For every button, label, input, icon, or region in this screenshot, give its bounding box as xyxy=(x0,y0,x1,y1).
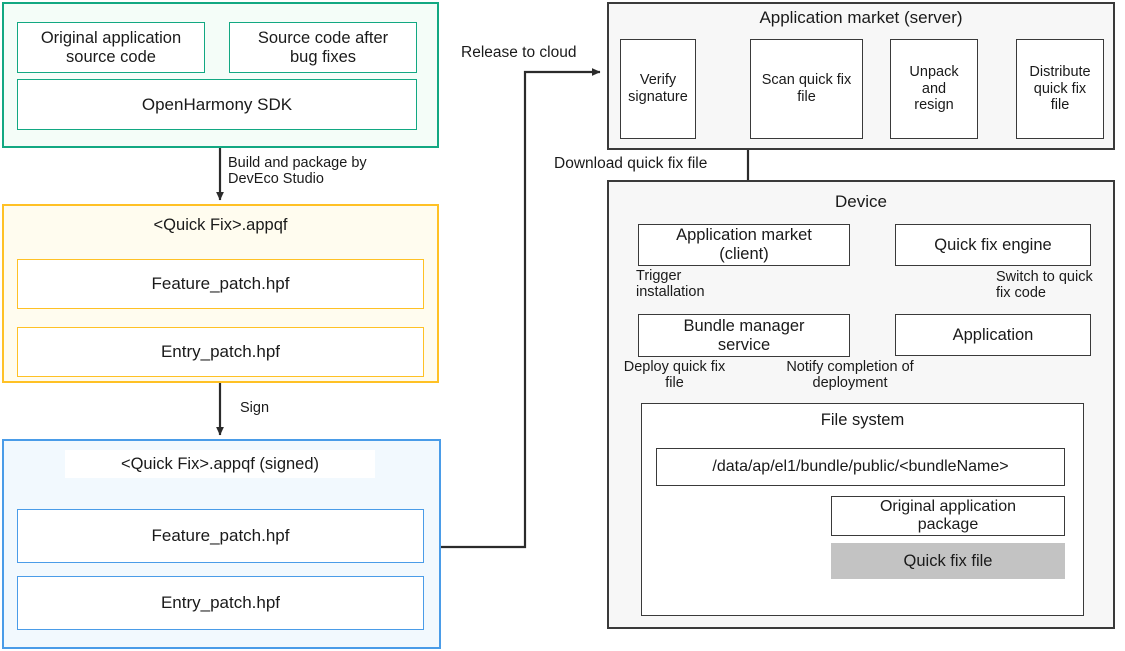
server-step-verify-signature-label: Verify signature xyxy=(628,72,688,105)
device-box-app-market-client-label: Application market (client) xyxy=(676,226,812,263)
file-system-quick-fix-file: Quick fix file xyxy=(831,543,1065,579)
server-step-scan-file-label: Scan quick fix file xyxy=(761,72,852,105)
unsigned-appqf-caption-label: <Quick Fix>.appqf xyxy=(153,215,288,234)
source-box-sdk-label: OpenHarmony SDK xyxy=(141,94,293,114)
unsigned-box-feature-patch: Feature_patch.hpf xyxy=(17,259,424,309)
server-step-unpack-resign-label: Unpack and resign xyxy=(909,63,959,114)
diagram-canvas: Original application source code Source … xyxy=(0,0,1125,651)
device-box-app-market-client: Application market (client) xyxy=(638,224,850,266)
edge-label-release-to-cloud: Release to cloud xyxy=(461,44,577,61)
source-box-sdk: OpenHarmony SDK xyxy=(17,79,417,130)
device-panel-title: Device xyxy=(835,192,887,211)
file-system-original-package: Original application package xyxy=(831,496,1065,536)
signed-box-entry-patch-label: Entry_patch.hpf xyxy=(160,593,281,613)
signed-appqf-caption: <Quick Fix>.appqf (signed) xyxy=(65,450,375,478)
unsigned-box-entry-patch: Entry_patch.hpf xyxy=(17,327,424,377)
edge-label-download: Download quick fix file xyxy=(554,155,708,172)
edge-label-build: Build and package by DevEco Studio xyxy=(228,155,367,188)
source-box-fixed-code: Source code after bug fixes xyxy=(229,22,417,73)
server-step-distribute-file: Distribute quick fix file xyxy=(1016,39,1104,139)
signed-appqf-caption-label: <Quick Fix>.appqf (signed) xyxy=(120,454,320,473)
edge-label-sign: Sign xyxy=(240,400,270,416)
edge-label-deploy: Deploy quick fix file xyxy=(623,359,726,392)
device-box-quick-fix-engine-label: Quick fix engine xyxy=(934,235,1052,254)
unsigned-box-entry-patch-label: Entry_patch.hpf xyxy=(160,342,281,362)
server-step-verify-signature: Verify signature xyxy=(620,39,696,139)
source-box-original-code: Original application source code xyxy=(17,22,205,73)
device-box-application: Application xyxy=(895,314,1091,356)
file-system-path-label: /data/ap/el1/bundle/public/<bundleName> xyxy=(712,457,1009,475)
signed-box-feature-patch: Feature_patch.hpf xyxy=(17,509,424,563)
server-step-distribute-file-label: Distribute quick fix file xyxy=(1029,63,1091,114)
edge-label-notify: Notify completion of deployment xyxy=(786,359,914,392)
file-system-quick-fix-file-label: Quick fix file xyxy=(903,551,993,570)
signed-box-feature-patch-label: Feature_patch.hpf xyxy=(151,526,290,546)
file-system-title: File system xyxy=(820,411,905,429)
unsigned-appqf-caption: <Quick Fix>.appqf xyxy=(124,212,317,238)
unsigned-box-feature-patch-label: Feature_patch.hpf xyxy=(151,274,290,294)
device-box-application-label: Application xyxy=(952,325,1034,344)
file-system-original-package-label: Original application package xyxy=(879,497,1017,533)
server-step-scan-file: Scan quick fix file xyxy=(750,39,863,139)
edge-label-trigger-installation: Trigger installation xyxy=(636,268,705,301)
server-step-unpack-resign: Unpack and resign xyxy=(890,39,978,139)
device-box-quick-fix-engine: Quick fix engine xyxy=(895,224,1091,266)
edge-label-switch-to-quick-fix: Switch to quick fix code xyxy=(996,269,1093,302)
source-box-original-code-label: Original application source code xyxy=(40,28,182,66)
source-box-fixed-code-label: Source code after bug fixes xyxy=(257,28,389,66)
signed-box-entry-patch: Entry_patch.hpf xyxy=(17,576,424,630)
file-system-path-box: /data/ap/el1/bundle/public/<bundleName> xyxy=(656,448,1065,486)
device-box-bundle-manager-service-label: Bundle manager service xyxy=(683,316,805,354)
server-panel-title: Application market (server) xyxy=(759,8,963,27)
device-box-bundle-manager-service: Bundle manager service xyxy=(638,314,850,357)
